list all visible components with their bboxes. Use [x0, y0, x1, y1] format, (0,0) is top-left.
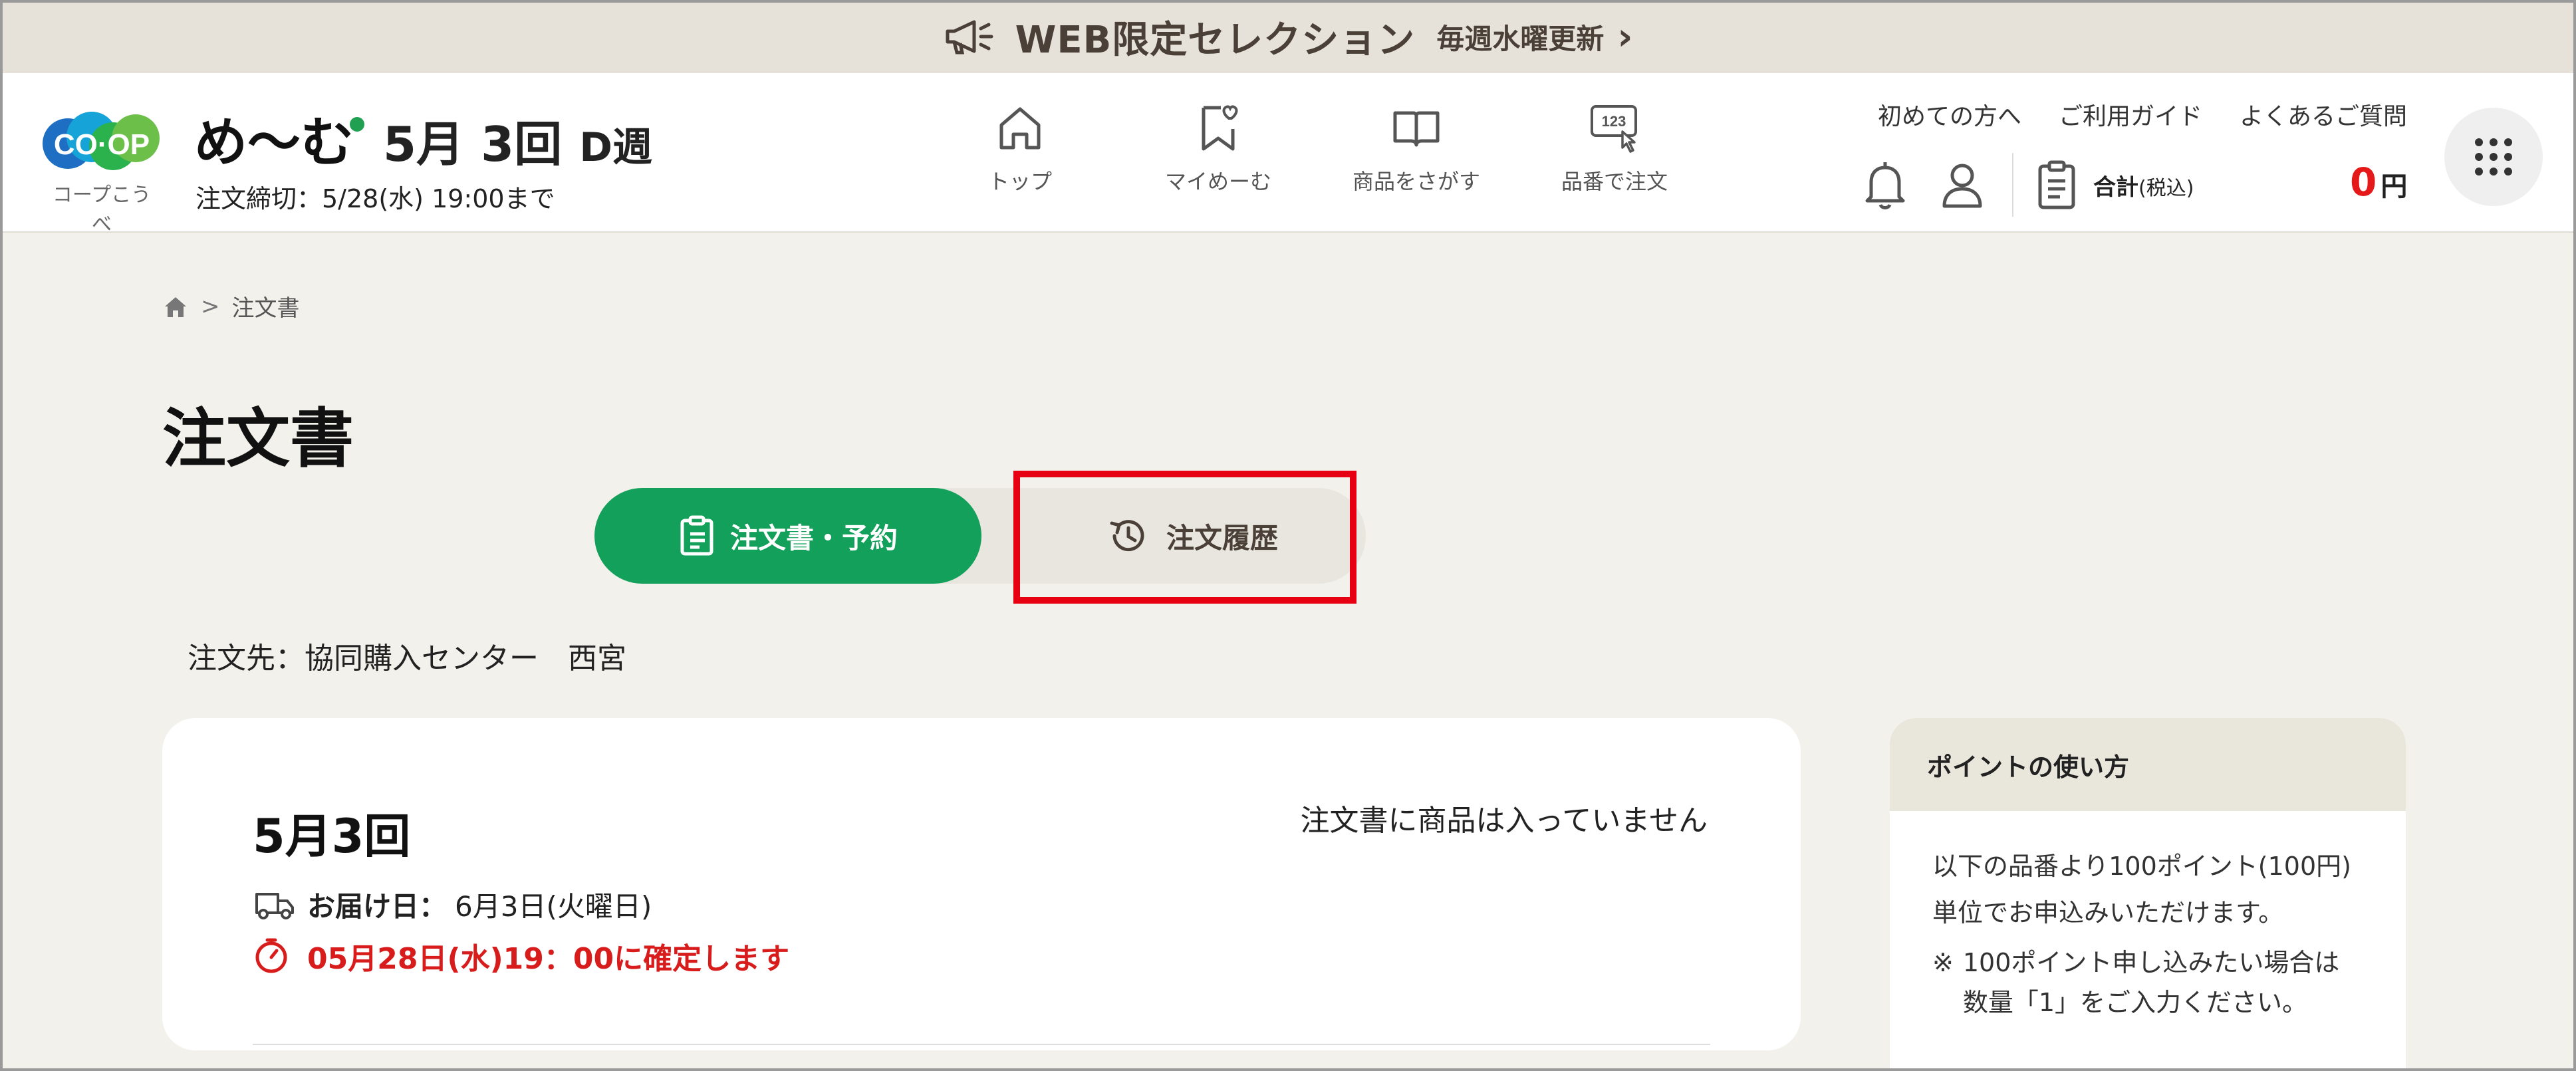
promo-banner[interactable]: WEB限定セレクション 毎週水曜更新 › — [0, 0, 2576, 73]
confirm-message: 05月28日(水)19：00に確定します — [307, 942, 790, 976]
promo-title: WEB限定セレクション — [1015, 18, 1416, 62]
timer-icon — [255, 938, 287, 973]
points-panel: ポイントの使い方 以下の品番より100ポイント(100円)単位でお申込みいただけ… — [1890, 718, 2406, 1071]
page-title: 注文書 — [162, 402, 354, 476]
cart-total-price[interactable]: 0 円 — [2350, 160, 2407, 205]
breadcrumb-current: 注文書 — [231, 295, 300, 322]
nav-top[interactable]: トップ — [921, 101, 1119, 195]
logo-subtitle: コープこうべ — [52, 183, 152, 236]
clipboard-icon — [680, 515, 713, 556]
order-week: D週 — [579, 124, 653, 171]
link-faq[interactable]: よくあるご質問 — [2240, 97, 2407, 132]
points-body: 以下の品番より100ポイント(100円)単位でお申込みいただけます。 ※ 100… — [1890, 811, 2406, 1022]
cart-total-tax: (税込) — [2138, 176, 2194, 200]
nav-order-by-number-label: 品番で注文 — [1561, 169, 1668, 194]
points-heading: ポイントの使い方 — [1890, 718, 2406, 811]
number-tap-icon: 123 — [1591, 105, 1637, 153]
history-icon — [1110, 520, 1144, 552]
link-first-time[interactable]: 初めての方へ — [1878, 97, 2021, 132]
main-nav: トップ マイめーむ 商品をさがす 123 品番で注文 — [921, 101, 1714, 195]
tab-order-history-label: 注文履歴 — [1166, 521, 1278, 554]
delivery-label: お届け日： — [307, 890, 448, 923]
points-note-text: 100ポイント申し込みたい場合は数量「1」をご入力ください。 — [1962, 948, 2340, 1017]
note-mark: ※ — [1932, 948, 1954, 977]
promo-subtitle: 毎週水曜更新 — [1436, 22, 1605, 55]
chevron-right-icon: › — [1617, 15, 1633, 59]
brand-name: め〜む — [194, 112, 354, 174]
nav-order-by-number[interactable]: 123 品番で注文 — [1515, 101, 1714, 195]
nav-icon-number: 123 — [1602, 113, 1626, 130]
delivery-date: お届け日： 6月3日(火曜日) — [253, 884, 652, 925]
order-destination: 注文先：協同購入センター 西宮 — [188, 642, 626, 675]
nav-search-products[interactable]: 商品をさがす — [1317, 101, 1515, 195]
nav-my-meemu[interactable]: マイめーむ — [1119, 101, 1317, 195]
header-separator — [2012, 153, 2013, 217]
bookmark-heart-icon — [1202, 105, 1238, 151]
points-description: 以下の品番より100ポイント(100円)単位でお申込みいただけます。 — [1932, 852, 2351, 927]
breadcrumb-separator: > — [201, 293, 220, 320]
nav-search-products-label: 商品をさがす — [1352, 169, 1480, 194]
nav-my-meemu-label: マイめーむ — [1164, 169, 1271, 194]
menu-grid-button[interactable] — [2444, 108, 2543, 206]
header-utilities: 合計(税込) — [1862, 153, 2194, 217]
megaphone-icon — [946, 20, 993, 55]
book-icon — [1393, 111, 1440, 147]
header-links: 初めての方へ ご利用ガイド よくあるご質問 — [1878, 97, 2407, 132]
nav-top-label: トップ — [987, 169, 1052, 194]
order-card: 5月3回 注文書に商品は入っていません お届け日： 6月3日(火曜日) 05月2… — [162, 718, 1801, 1050]
cart-total-value: 0 — [2350, 160, 2377, 205]
points-note: ※ 100ポイント申し込みたい場合は数量「1」をご入力ください。 — [1932, 943, 2363, 1022]
cart-total-unit: 円 — [2381, 172, 2408, 202]
empty-order-message: 注文書に商品は入っていません — [1300, 804, 1708, 838]
svg-text:CO·OP: CO·OP — [54, 128, 150, 161]
order-deadline: 注文締切：5/28(水) 19:00まで — [195, 184, 555, 213]
delivery-value: 6月3日(火曜日) — [455, 890, 652, 923]
user-icon[interactable] — [1939, 158, 1986, 211]
tab-order-form-label: 注文書・予約 — [729, 521, 898, 554]
cart-total-label: 合計(税込) — [2093, 174, 2194, 201]
order-round-title: 5月3回 — [253, 809, 411, 864]
home-icon — [999, 107, 1041, 150]
link-guide[interactable]: ご利用ガイド — [2059, 97, 2202, 132]
home-icon[interactable] — [162, 293, 189, 320]
breadcrumb: > 注文書 — [162, 290, 300, 322]
brand-dot — [350, 117, 364, 132]
order-tabs: 注文書・予約 注文履歴 — [594, 488, 1366, 584]
tab-order-form[interactable]: 注文書・予約 — [594, 488, 981, 584]
order-round: 5月 3回 — [383, 116, 563, 172]
tab-order-history[interactable]: 注文履歴 — [1020, 488, 1366, 584]
brand-block: め〜む 5月 3回 D週 — [194, 100, 652, 177]
grid-menu-icon — [2475, 138, 2512, 176]
bell-icon[interactable] — [1862, 158, 1908, 211]
card-divider — [253, 1044, 1710, 1045]
site-header: CO·OP コープこうべ め〜む 5月 3回 D週 注文締切：5/28(水) 1… — [0, 73, 2576, 236]
confirm-deadline: 05月28日(水)19：00に確定します — [253, 935, 789, 977]
clipboard-icon[interactable] — [2033, 158, 2080, 211]
truck-icon — [255, 892, 294, 919]
